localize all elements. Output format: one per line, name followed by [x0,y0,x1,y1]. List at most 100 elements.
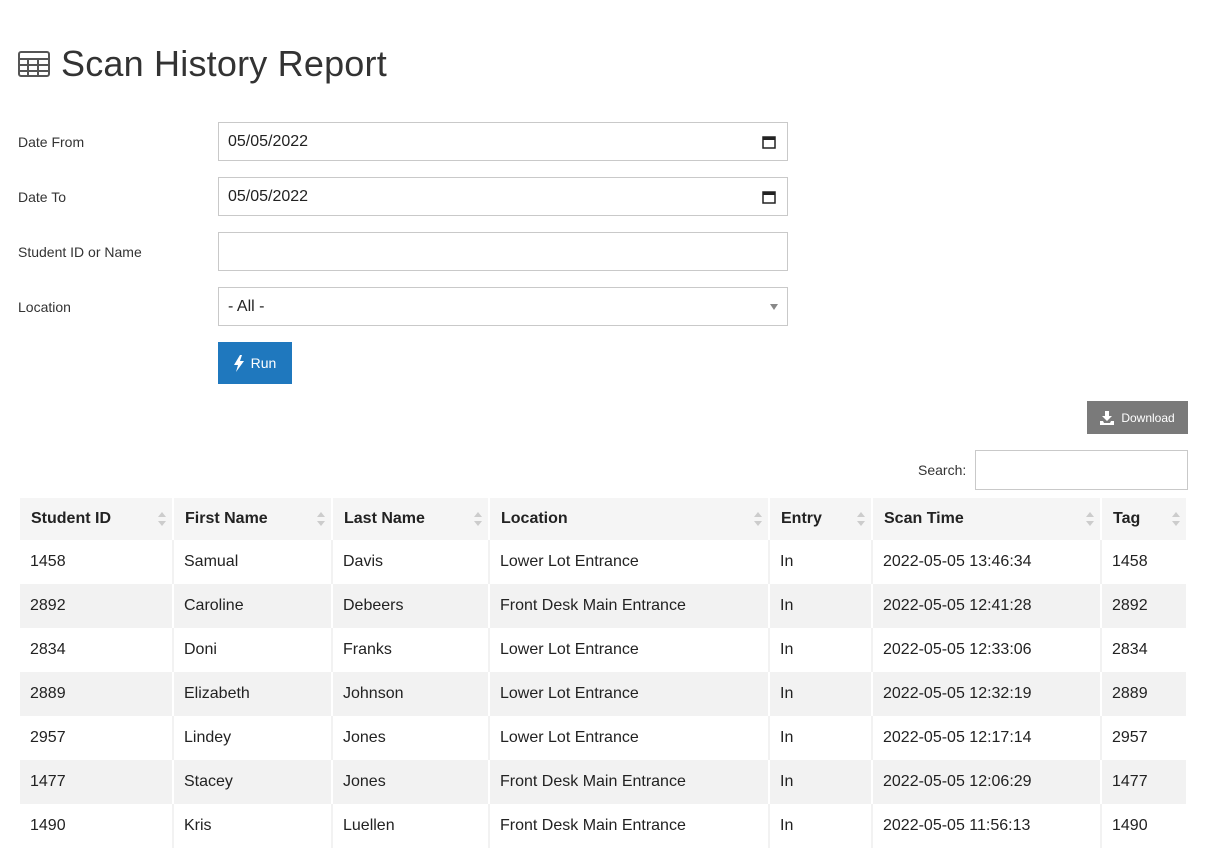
cell-scan-time: 2022-05-05 12:41:28 [873,584,1102,628]
date-from-value: 05/05/2022 [228,132,309,150]
cell-student-id: 2892 [20,584,174,628]
location-select[interactable]: - All - [218,287,788,326]
table-row[interactable]: 2889 Elizabeth Johnson Lower Lot Entranc… [20,672,1186,716]
location-label: Location [18,298,71,315]
sort-icon [1172,512,1180,526]
cell-scan-time: 2022-05-05 11:56:13 [873,804,1102,848]
student-row: Student ID or Name [18,232,788,271]
search-input[interactable] [975,450,1188,490]
table-row[interactable]: 1490 Kris Luellen Front Desk Main Entran… [20,804,1186,848]
cell-last-name: Jones [333,760,490,804]
date-to-label: Date To [18,188,66,205]
scan-history-table: Student ID First Name Last Name Location… [20,498,1186,848]
cell-last-name: Luellen [333,804,490,848]
cell-first-name: Elizabeth [174,672,333,716]
cell-tag: 2834 [1112,641,1148,658]
cell-student-id: 1458 [20,540,174,584]
cell-last-name: Debeers [333,584,490,628]
date-from-label: Date From [18,133,85,150]
cell-student-id: 1477 [20,760,174,804]
column-header-scan-time[interactable]: Scan Time [873,498,1102,540]
table-header: Student ID First Name Last Name Location… [20,498,1186,540]
table-row[interactable]: 2957 Lindey Jones Lower Lot Entrance In … [20,716,1186,760]
column-header-label: Entry [781,510,822,527]
cell-first-name: Doni [174,628,333,672]
student-input[interactable] [218,232,788,271]
run-button[interactable]: Run [218,342,292,384]
cell-scan-time: 2022-05-05 12:06:29 [873,760,1102,804]
cell-scan-time: 2022-05-05 12:32:19 [873,672,1102,716]
cell-location: Lower Lot Entrance [490,716,770,760]
cell-tag: 2889 [1112,685,1148,702]
column-header-entry[interactable]: Entry [770,498,873,540]
run-label: Run [250,355,277,371]
chevron-down-icon [770,303,778,310]
cell-first-name: Samual [174,540,333,584]
search-label: Search: [918,462,967,478]
calendar-icon[interactable] [762,190,776,204]
page-header: Scan History Report [18,42,387,86]
column-header-first-name[interactable]: First Name [174,498,333,540]
cell-first-name: Caroline [174,584,333,628]
sort-icon [857,512,865,526]
cell-student-id: 2834 [20,628,174,672]
column-header-tag[interactable]: Tag [1102,498,1186,540]
cell-tag: 1458 [1112,553,1148,570]
sort-icon [317,512,325,526]
cell-entry: In [770,716,873,760]
cell-first-name: Kris [174,804,333,848]
cell-entry: In [770,584,873,628]
cell-entry: In [770,628,873,672]
sort-icon [158,512,166,526]
table-row[interactable]: 1458 Samual Davis Lower Lot Entrance In … [20,540,1186,584]
column-header-last-name[interactable]: Last Name [333,498,490,540]
sort-icon [754,512,762,526]
cell-location: Lower Lot Entrance [490,672,770,716]
cell-tag: 2892 [1112,597,1148,614]
date-to-row: Date To 05/05/2022 [18,177,788,216]
date-from-row: Date From 05/05/2022 [18,122,788,161]
cell-location: Front Desk Main Entrance [490,804,770,848]
cell-scan-time: 2022-05-05 12:33:06 [873,628,1102,672]
sort-icon [1086,512,1094,526]
cell-last-name: Franks [333,628,490,672]
bolt-icon [233,354,244,372]
calendar-icon[interactable] [762,135,776,149]
cell-entry: In [770,804,873,848]
column-header-label: Student ID [31,510,111,527]
cell-location: Front Desk Main Entrance [490,584,770,628]
date-to-input[interactable]: 05/05/2022 [218,177,788,216]
cell-location: Lower Lot Entrance [490,540,770,584]
cell-last-name: Jones [333,716,490,760]
column-header-label: First Name [185,510,268,527]
column-header-label: Location [501,510,568,527]
column-header-label: Tag [1113,510,1141,527]
table-icon [18,51,50,77]
location-value: - All - [228,297,265,315]
date-to-value: 05/05/2022 [228,187,309,205]
table-row[interactable]: 1477 Stacey Jones Front Desk Main Entran… [20,760,1186,804]
cell-tag: 1490 [1112,817,1148,834]
download-icon [1100,410,1115,425]
cell-location: Lower Lot Entrance [490,628,770,672]
page-title: Scan History Report [61,43,387,84]
table-row[interactable]: 2892 Caroline Debeers Front Desk Main En… [20,584,1186,628]
download-button[interactable]: Download [1087,401,1188,434]
column-header-label: Scan Time [884,510,964,527]
cell-tag: 2957 [1112,729,1148,746]
cell-student-id: 2889 [20,672,174,716]
table-row[interactable]: 2834 Doni Franks Lower Lot Entrance In 2… [20,628,1186,672]
sort-icon [474,512,482,526]
cell-entry: In [770,672,873,716]
location-row: Location - All - [18,287,788,326]
cell-last-name: Davis [333,540,490,584]
cell-entry: In [770,760,873,804]
column-header-student-id[interactable]: Student ID [20,498,174,540]
download-label: Download [1121,410,1175,425]
cell-scan-time: 2022-05-05 13:46:34 [873,540,1102,584]
cell-location: Front Desk Main Entrance [490,760,770,804]
cell-student-id: 2957 [20,716,174,760]
date-from-input[interactable]: 05/05/2022 [218,122,788,161]
cell-student-id: 1490 [20,804,174,848]
column-header-location[interactable]: Location [490,498,770,540]
